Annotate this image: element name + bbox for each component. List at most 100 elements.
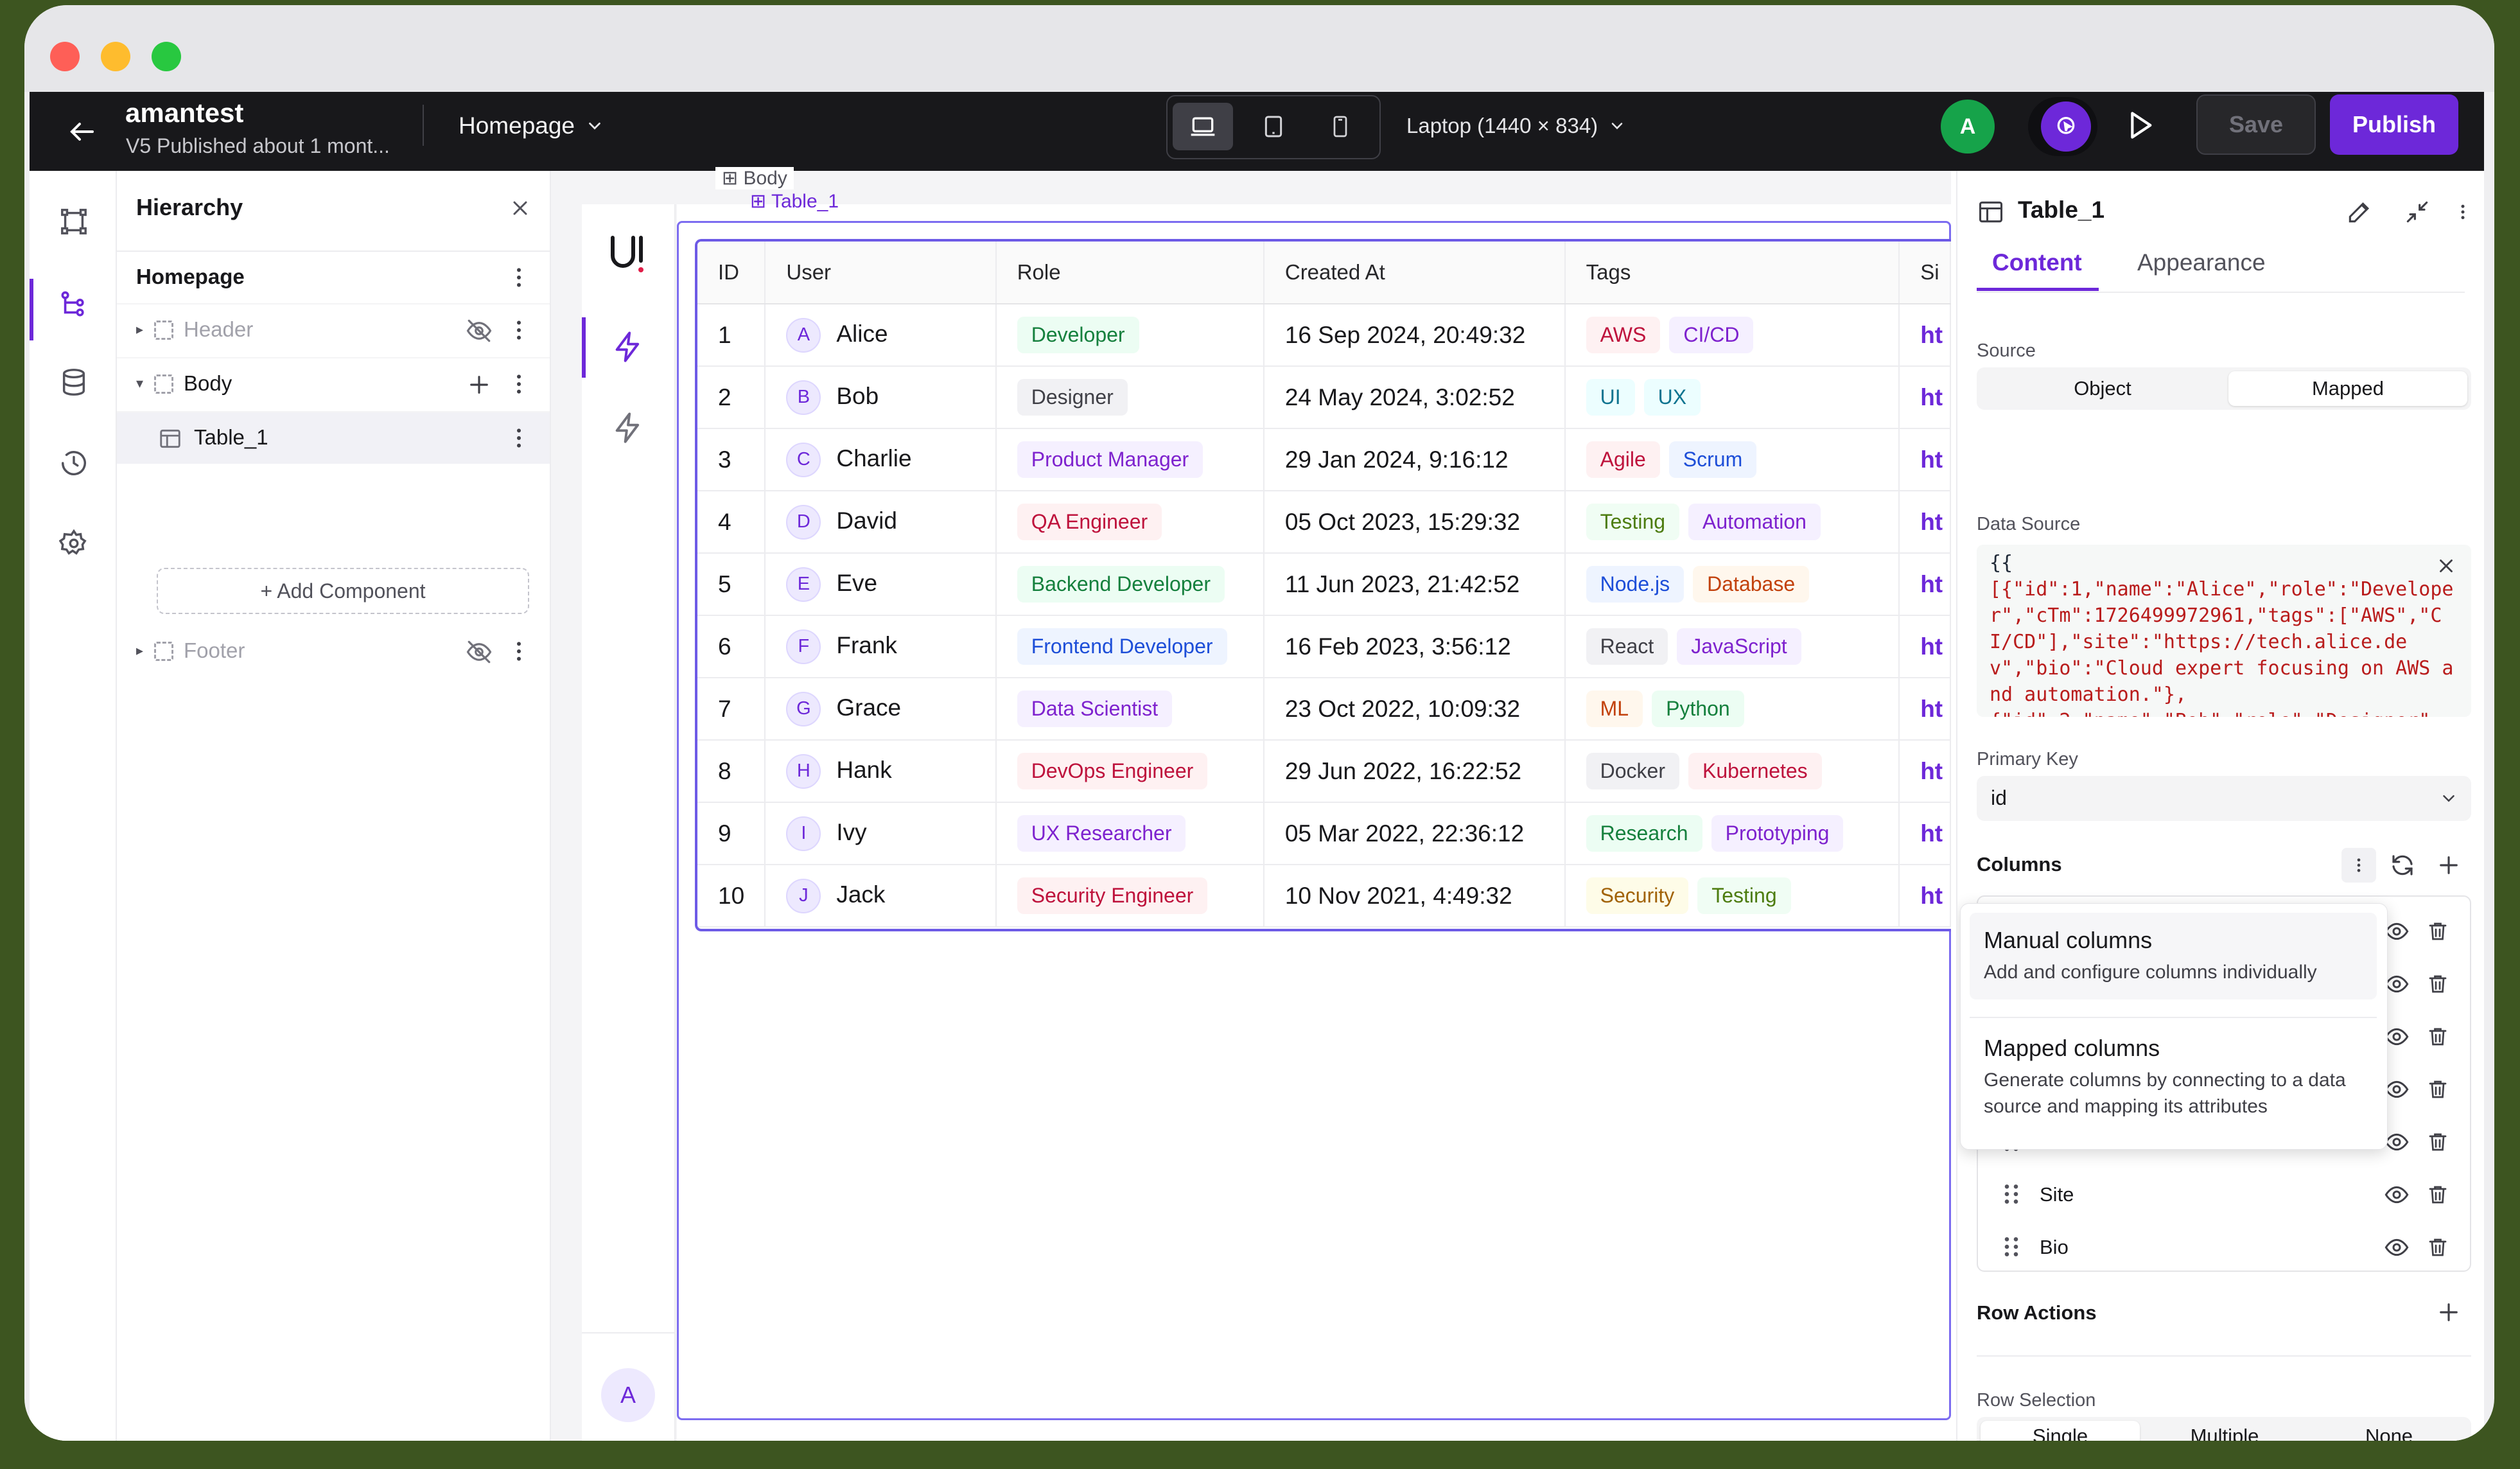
- table-row[interactable]: 7 G Grace Data Scientist 23 Oct 2022, 10:09:…: [697, 678, 1951, 741]
- expand-arrow-icon[interactable]: ▸: [136, 321, 143, 338]
- site-link[interactable]: ht: [1920, 696, 1943, 722]
- table-row[interactable]: 6 F Frank Frontend Developer 16 Feb 2023, 3:…: [697, 615, 1951, 678]
- collapse-arrow-icon[interactable]: ▾: [136, 375, 143, 392]
- clear-icon[interactable]: [2435, 555, 2457, 577]
- table-row[interactable]: 3 C Charlie Product Manager 29 Jan 2024, 9:1…: [697, 428, 1951, 491]
- source-object-option[interactable]: Object: [1981, 371, 2225, 406]
- more-vertical-icon[interactable]: [506, 370, 532, 398]
- eye-off-icon[interactable]: [466, 638, 493, 665]
- row-selection-multiple[interactable]: Multiple: [2145, 1421, 2304, 1441]
- zoom-window-button[interactable]: [152, 42, 181, 71]
- site-link[interactable]: ht: [1920, 758, 1943, 784]
- trash-icon[interactable]: [2426, 919, 2449, 944]
- hierarchy-item-header[interactable]: ▸ Header: [117, 303, 550, 356]
- eye-icon[interactable]: [2384, 1077, 2410, 1102]
- bolt-icon[interactable]: [611, 411, 645, 448]
- eye-icon[interactable]: [2384, 971, 2410, 997]
- tab-appearance[interactable]: Appearance: [2137, 249, 2266, 276]
- data-table[interactable]: ID User Role Created At Tags Si 1 A Alice Develo…: [695, 239, 1951, 931]
- plus-icon[interactable]: [2435, 1299, 2462, 1329]
- eye-icon[interactable]: [2384, 1235, 2410, 1260]
- more-vertical-icon[interactable]: [506, 424, 532, 452]
- column-header[interactable]: Role: [995, 242, 1264, 304]
- column-header[interactable]: Created At: [1263, 242, 1566, 304]
- column-header[interactable]: ID: [697, 242, 766, 304]
- more-vertical-icon[interactable]: [506, 316, 532, 344]
- more-vertical-icon[interactable]: [506, 263, 532, 292]
- collapse-arrows-icon[interactable]: [2403, 198, 2431, 229]
- more-vertical-icon[interactable]: [2341, 848, 2376, 883]
- drag-handle-icon[interactable]: [2002, 1182, 2020, 1206]
- table-row[interactable]: 4 D David QA Engineer 05 Oct 2023, 15:29:32 T…: [697, 491, 1951, 554]
- table-chip[interactable]: ⊞ Table_1: [744, 190, 845, 213]
- eye-icon[interactable]: [2384, 1182, 2410, 1208]
- expand-arrow-icon[interactable]: ▸: [136, 642, 143, 659]
- close-icon[interactable]: [509, 197, 532, 220]
- table-row[interactable]: 5 E Eve Backend Developer 11 Jun 2023, 21:42…: [697, 553, 1951, 616]
- settings-icon[interactable]: [58, 527, 90, 559]
- viewport-selector[interactable]: Laptop (1440 × 834): [1406, 114, 1626, 138]
- trash-icon[interactable]: [2426, 1129, 2449, 1155]
- row-selection-none[interactable]: None: [2309, 1421, 2469, 1441]
- tablet-icon[interactable]: [1243, 103, 1304, 150]
- minimize-window-button[interactable]: [101, 42, 130, 71]
- table-row[interactable]: 8 H Hank DevOps Engineer 29 Jun 2022, 16:22:…: [697, 740, 1951, 803]
- eye-off-icon[interactable]: [466, 317, 493, 344]
- trash-icon[interactable]: [2426, 1077, 2449, 1102]
- page-selector[interactable]: Homepage: [459, 112, 604, 139]
- edit-pencil-icon[interactable]: [2345, 198, 2374, 229]
- database-icon[interactable]: [58, 366, 90, 398]
- trash-icon[interactable]: [2426, 971, 2449, 997]
- trash-icon[interactable]: [2426, 1024, 2449, 1050]
- site-link[interactable]: ht: [1920, 322, 1943, 348]
- body-chip[interactable]: ⊞ Body: [715, 167, 794, 189]
- eye-icon[interactable]: [2384, 1129, 2410, 1155]
- drag-handle-icon[interactable]: [2002, 1235, 2020, 1259]
- source-mapped-option[interactable]: Mapped: [2228, 371, 2467, 406]
- eye-icon[interactable]: [2384, 919, 2410, 944]
- mapped-columns-option[interactable]: Mapped columns Generate columns by conne…: [1970, 1021, 2377, 1134]
- eye-icon[interactable]: [2384, 1024, 2410, 1050]
- tab-content[interactable]: Content: [1992, 249, 2082, 276]
- preview-user-avatar[interactable]: A: [601, 1368, 655, 1422]
- manual-columns-option[interactable]: Manual columns Add and configure columns…: [1970, 913, 2377, 999]
- trash-icon[interactable]: [2426, 1182, 2449, 1208]
- plus-icon[interactable]: [2435, 852, 2462, 882]
- column-config-row[interactable]: Bio: [1978, 1220, 2470, 1273]
- site-link[interactable]: ht: [1920, 446, 1943, 473]
- row-selection-single[interactable]: Single: [1981, 1421, 2140, 1441]
- site-link[interactable]: ht: [1920, 633, 1943, 660]
- ai-cursor-icon[interactable]: [2041, 101, 2091, 152]
- site-link[interactable]: ht: [1920, 509, 1943, 535]
- column-header[interactable]: Si: [1899, 242, 1951, 304]
- frame-icon[interactable]: [58, 206, 90, 238]
- site-link[interactable]: ht: [1920, 820, 1943, 847]
- site-link[interactable]: ht: [1920, 571, 1943, 597]
- primary-key-select[interactable]: id: [1977, 776, 2471, 821]
- more-vertical-icon[interactable]: [2453, 198, 2472, 229]
- table-row[interactable]: 9 I Ivy UX Researcher 05 Mar 2022, 22:36:12 R…: [697, 802, 1951, 865]
- hierarchy-item-body[interactable]: ▾ Body: [117, 357, 550, 410]
- table-row[interactable]: 10 J Jack Security Engineer 10 Nov 2021, 4:4…: [697, 865, 1951, 928]
- play-preview-icon[interactable]: [2122, 107, 2158, 143]
- refresh-icon[interactable]: [2389, 852, 2416, 882]
- back-arrow-icon[interactable]: [67, 116, 98, 147]
- more-vertical-icon[interactable]: [506, 637, 532, 665]
- site-link[interactable]: ht: [1920, 384, 1943, 410]
- user-avatar[interactable]: A: [1941, 100, 1995, 154]
- close-window-button[interactable]: [50, 42, 80, 71]
- plus-icon[interactable]: [466, 371, 493, 398]
- table-row[interactable]: 1 A Alice Developer 16 Sep 2024, 20:49:32 AWS…: [697, 304, 1951, 367]
- column-header[interactable]: User: [765, 242, 997, 304]
- site-link[interactable]: ht: [1920, 883, 1943, 909]
- hierarchy-item-table[interactable]: Table_1: [117, 411, 550, 464]
- hierarchy-icon[interactable]: [58, 288, 90, 320]
- column-header[interactable]: Tags: [1564, 242, 1900, 304]
- save-button[interactable]: Save: [2196, 94, 2316, 155]
- phone-icon[interactable]: [1310, 103, 1370, 150]
- hierarchy-root[interactable]: Homepage: [117, 251, 550, 303]
- publish-button[interactable]: Publish: [2330, 94, 2458, 155]
- column-config-row[interactable]: Site: [1978, 1168, 2470, 1220]
- trash-icon[interactable]: [2426, 1235, 2449, 1260]
- add-component-button[interactable]: + Add Component: [157, 568, 529, 614]
